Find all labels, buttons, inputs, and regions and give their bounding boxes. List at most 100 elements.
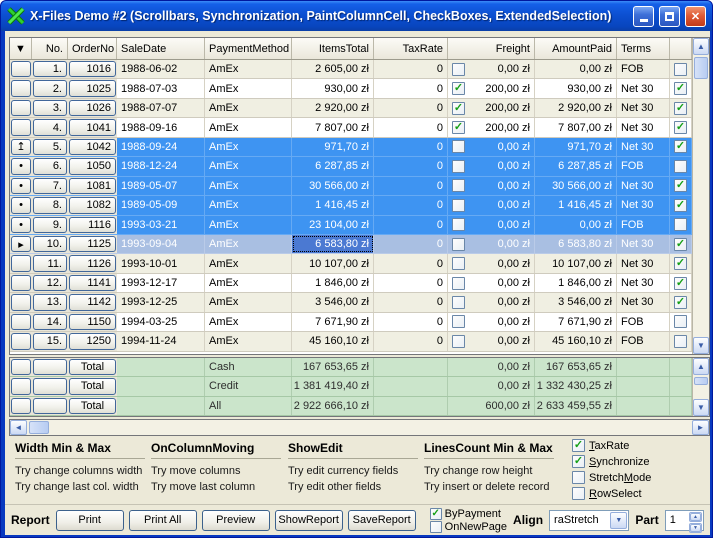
- row-orderno-button[interactable]: 1141: [69, 275, 116, 291]
- totals-label-button[interactable]: Total: [69, 359, 116, 375]
- row-orderno-button[interactable]: 1026: [69, 100, 116, 116]
- row-orderno-button[interactable]: 1050: [69, 158, 116, 174]
- scroll-thumb[interactable]: [694, 57, 708, 79]
- scroll-right-button[interactable]: ►: [692, 420, 709, 435]
- row-indicator[interactable]: [11, 80, 31, 96]
- totals-scroll-track[interactable]: [693, 387, 709, 399]
- cell-taxrate[interactable]: 0: [374, 274, 448, 292]
- cell-saledate[interactable]: 1988-12-24: [117, 157, 205, 175]
- terms-checkbox[interactable]: ✓: [674, 140, 687, 153]
- cell-freight[interactable]: 0,00 zł: [448, 332, 535, 350]
- option-checkbox-synchronize[interactable]: ✓Synchronize: [572, 455, 651, 468]
- totals-scroll-down-button[interactable]: ▼: [693, 399, 709, 416]
- row-no-button[interactable]: 12.: [33, 275, 67, 291]
- freight-checkbox[interactable]: [452, 199, 465, 212]
- freight-checkbox[interactable]: [452, 218, 465, 231]
- cell-freight[interactable]: 0,00 zł: [448, 216, 535, 234]
- freight-checkbox[interactable]: ✓: [452, 102, 465, 115]
- cell-paymentmethod[interactable]: AmEx: [205, 79, 292, 97]
- row-indicator[interactable]: •: [11, 217, 31, 233]
- column-select-icon[interactable]: ▼: [15, 43, 26, 55]
- cell-terms[interactable]: FOB: [617, 157, 670, 175]
- column-header-indicator[interactable]: ▼: [10, 38, 32, 59]
- terms-checkbox[interactable]: ✓: [674, 238, 687, 251]
- cell-terms-check[interactable]: ✓: [670, 138, 692, 156]
- cell-taxrate[interactable]: 0: [374, 254, 448, 272]
- row-no-button[interactable]: 5.: [33, 139, 67, 155]
- row-no-button[interactable]: 8.: [33, 197, 67, 213]
- cell-saledate[interactable]: 1988-09-24: [117, 138, 205, 156]
- cell-itemstotal[interactable]: 7 671,90 zł: [292, 313, 374, 331]
- cell-freight[interactable]: ✓200,00 zł: [448, 79, 535, 97]
- align-combobox[interactable]: raStretch ▼: [549, 510, 629, 531]
- row-orderno-button[interactable]: 1150: [69, 314, 116, 330]
- cell-taxrate[interactable]: 0: [374, 235, 448, 253]
- freight-checkbox[interactable]: ✓: [452, 121, 465, 134]
- print-all-button[interactable]: Print All: [129, 510, 197, 531]
- cell-amountpaid[interactable]: 7 671,90 zł: [535, 313, 617, 331]
- cell-itemstotal[interactable]: 3 546,00 zł: [292, 293, 374, 311]
- row-no-button[interactable]: 15.: [33, 333, 67, 349]
- cell-amountpaid[interactable]: 3 546,00 zł: [535, 293, 617, 311]
- cell-terms-check[interactable]: ✓: [670, 274, 692, 292]
- row-orderno-button[interactable]: 1042: [69, 139, 116, 155]
- cell-freight[interactable]: 0,00 zł: [448, 274, 535, 292]
- print-button[interactable]: Print: [56, 510, 124, 531]
- cell-itemstotal[interactable]: 2 920,00 zł: [292, 99, 374, 117]
- cell-paymentmethod[interactable]: AmEx: [205, 332, 292, 350]
- cell-amountpaid[interactable]: 6 583,80 zł: [535, 235, 617, 253]
- cell-terms[interactable]: Net 30: [617, 196, 670, 214]
- cell-amountpaid[interactable]: 45 160,10 zł: [535, 332, 617, 350]
- cell-taxrate[interactable]: 0: [374, 216, 448, 234]
- freight-checkbox[interactable]: [452, 140, 465, 153]
- cell-taxrate[interactable]: 0: [374, 157, 448, 175]
- cell-terms-check[interactable]: ✓: [670, 235, 692, 253]
- row-indicator[interactable]: ▸: [11, 236, 31, 252]
- cell-paymentmethod[interactable]: AmEx: [205, 313, 292, 331]
- terms-checkbox[interactable]: [674, 218, 687, 231]
- row-no-button[interactable]: 6.: [33, 158, 67, 174]
- report-checkbox-bypayment[interactable]: ✓ByPayment: [430, 508, 507, 520]
- freight-checkbox[interactable]: [452, 315, 465, 328]
- cell-terms[interactable]: FOB: [617, 313, 670, 331]
- totals-scroll-thumb[interactable]: [694, 377, 708, 385]
- cell-taxrate[interactable]: 0: [374, 79, 448, 97]
- cell-amountpaid[interactable]: 1 846,00 zł: [535, 274, 617, 292]
- cell-paymentmethod[interactable]: AmEx: [205, 235, 292, 253]
- cell-freight[interactable]: 0,00 zł: [448, 313, 535, 331]
- onnewpage-checkbox[interactable]: [430, 521, 442, 533]
- grid-horizontal-scrollbar[interactable]: ◄ ►: [9, 419, 710, 436]
- totals-scroll-up-button[interactable]: ▲: [693, 358, 709, 375]
- terms-checkbox[interactable]: ✓: [674, 257, 687, 270]
- cell-taxrate[interactable]: 0: [374, 196, 448, 214]
- cell-itemstotal[interactable]: 2 605,00 zł: [292, 60, 374, 78]
- row-indicator[interactable]: [11, 100, 31, 116]
- close-button[interactable]: ✕: [685, 6, 706, 27]
- cell-taxrate[interactable]: 0: [374, 60, 448, 78]
- totals-vertical-scrollbar[interactable]: ▲ ▼: [692, 358, 709, 416]
- totals-no-button[interactable]: [33, 398, 67, 414]
- freight-checkbox[interactable]: [452, 257, 465, 270]
- row-no-button[interactable]: 11.: [33, 255, 67, 271]
- column-header-TaxRate[interactable]: TaxRate: [374, 38, 448, 59]
- cell-paymentmethod[interactable]: AmEx: [205, 196, 292, 214]
- freight-checkbox[interactable]: [452, 63, 465, 76]
- cell-terms[interactable]: Net 30: [617, 99, 670, 117]
- row-orderno-button[interactable]: 1116: [69, 217, 116, 233]
- cell-saledate[interactable]: 1994-03-25: [117, 313, 205, 331]
- column-header-PaymentMethod[interactable]: PaymentMethod: [205, 38, 292, 59]
- row-no-button[interactable]: 7.: [33, 178, 67, 194]
- cell-itemstotal[interactable]: 10 107,00 zł: [292, 254, 374, 272]
- row-indicator[interactable]: [11, 255, 31, 271]
- cell-itemstotal[interactable]: 971,70 zł: [292, 138, 374, 156]
- cell-terms-check[interactable]: ✓: [670, 293, 692, 311]
- taxrate-checkbox[interactable]: ✓: [572, 439, 585, 452]
- totals-indicator[interactable]: [11, 398, 31, 414]
- cell-terms-check[interactable]: [670, 332, 692, 350]
- cell-freight[interactable]: 0,00 zł: [448, 235, 535, 253]
- cell-terms-check[interactable]: ✓: [670, 254, 692, 272]
- row-orderno-button[interactable]: 1142: [69, 294, 116, 310]
- cell-amountpaid[interactable]: 10 107,00 zł: [535, 254, 617, 272]
- row-orderno-button[interactable]: 1041: [69, 119, 116, 135]
- minimize-button[interactable]: [633, 6, 654, 27]
